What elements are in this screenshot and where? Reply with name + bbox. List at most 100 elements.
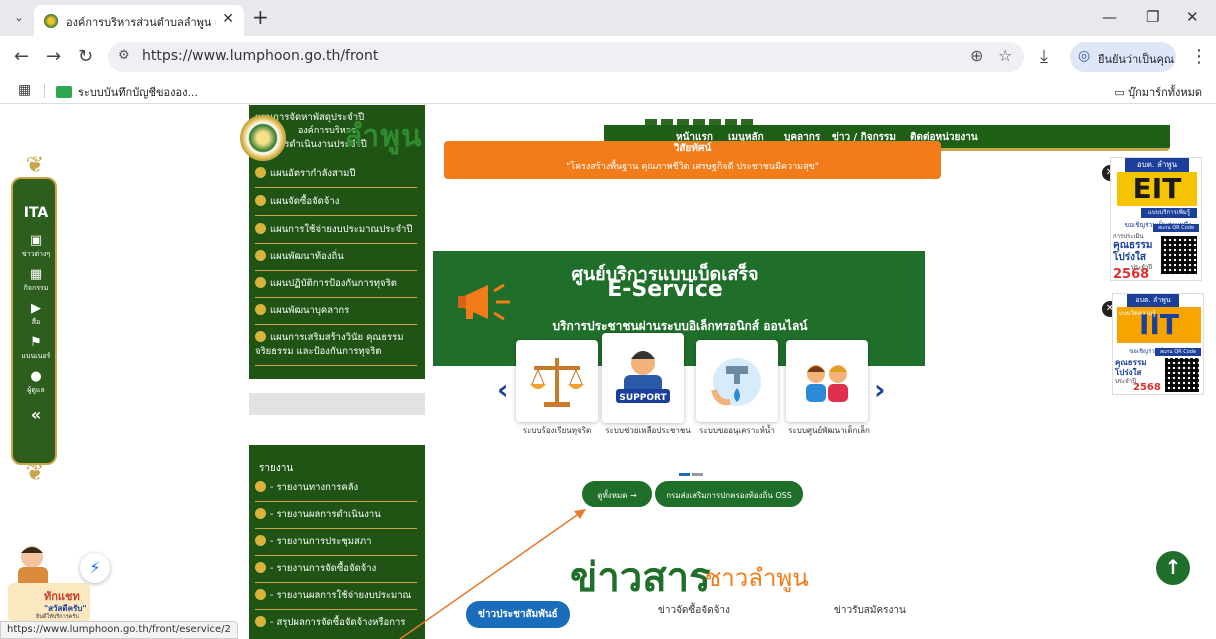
minimize-icon[interactable]: —: [1102, 8, 1117, 26]
eit-year: 2568: [1113, 267, 1150, 282]
all-bookmarks-button[interactable]: ▭ บุ๊กมาร์กทั้งหมด: [1114, 83, 1202, 101]
ita-collapse-icon[interactable]: «: [13, 405, 59, 424]
carousel-next-icon[interactable]: ›: [874, 373, 886, 406]
bullet-icon: [255, 223, 266, 234]
eit-badge[interactable]: อบต. ลำพูน EIT แบบบริการเพิ่มรู้ ขอเชิญร…: [1110, 157, 1202, 282]
menu-item[interactable]: แผนพัฒนาบุคลากร: [255, 304, 417, 325]
menu-kebab-icon[interactable]: ⋮: [1190, 46, 1208, 67]
menu-item[interactable]: แผนการใช้จ่ายงบประมาณประจำปี: [255, 223, 417, 244]
menu-gap-bar: [249, 393, 425, 415]
eservice-card-childcare[interactable]: [786, 340, 868, 422]
menu-item[interactable]: แผนอัตรากำลังสามปี: [255, 167, 417, 188]
header-org-name: ส่วนตำบลลำพูน: [338, 152, 393, 161]
download-icon[interactable]: ⤓: [1040, 46, 1048, 67]
tab-procurement-news[interactable]: ข่าวจัดซื้อจัดจ้าง: [658, 603, 730, 618]
ita-item-activities[interactable]: ▦ กิจกรรม: [13, 267, 59, 294]
menu-item[interactable]: - รายงานการประชุมสภา: [255, 535, 417, 556]
ita-bottom-ornament-icon: ❦: [25, 461, 45, 486]
eservice-card-corruption[interactable]: [516, 340, 598, 422]
restore-icon[interactable]: ❐: [1146, 8, 1159, 26]
menu-item[interactable]: - สรุปผลการจัดซื้อจัดจ้างหรือการ: [255, 616, 417, 636]
news-heading: ข่าวสาร: [570, 555, 711, 601]
menu-item[interactable]: แผนพัฒนาท้องถิ่น: [255, 250, 417, 271]
site-settings-icon[interactable]: ⚙: [118, 48, 130, 63]
new-tab-icon[interactable]: +: [252, 5, 269, 29]
tab-job-news[interactable]: ข่าวรับสมัครงาน: [834, 603, 906, 618]
bullet-icon: [255, 589, 266, 600]
bullet-icon: [255, 481, 266, 492]
close-window-icon[interactable]: ✕: [1186, 8, 1199, 26]
tab-close-icon[interactable]: ✕: [222, 11, 234, 27]
card-label[interactable]: ระบบขออนุเคราะห์น้ำ: [689, 425, 785, 437]
menu-item[interactable]: - รายงานผลการดำเนินงาน: [255, 508, 417, 529]
bullet-icon: [255, 562, 266, 573]
apps-grid-icon[interactable]: ▦: [18, 82, 31, 98]
carousel-prev-icon[interactable]: ‹: [497, 373, 509, 406]
menu-item[interactable]: - รายงานผลการใช้จ่ายงบประมาณ: [255, 589, 417, 610]
tab-title: องค์การบริหารส่วนตำบลลำพูน เลขที่: [66, 16, 216, 29]
address-bar-row: ← → ↻ ⚙ https://www.lumphoon.go.th/front…: [0, 36, 1216, 78]
all-bookmarks-label: บุ๊กมาร์กทั้งหมด: [1128, 86, 1202, 99]
svg-text:SUPPORT: SUPPORT: [619, 393, 667, 403]
menu-item[interactable]: แผนปฏิบัติการป้องกันการทุจริต: [255, 277, 417, 298]
url-text[interactable]: https://www.lumphoon.go.th/front: [142, 48, 378, 64]
bookmark-star-icon[interactable]: ☆: [998, 46, 1012, 65]
vision-heading: วิสัยทัศน์: [673, 143, 712, 154]
ita-item-admin[interactable]: ● ผู้ดูแล: [13, 369, 59, 396]
ita-item-news[interactable]: ▣ ข่าวต่างๆ: [13, 233, 59, 260]
bullet-icon: [255, 195, 266, 206]
messenger-icon[interactable]: ⚡: [80, 553, 110, 583]
oss-button[interactable]: กรมส่งเสริมการปกครองท้องถิ่น OSS: [655, 481, 803, 507]
scroll-to-top-icon[interactable]: ↑: [1156, 551, 1190, 585]
iit-badge[interactable]: อบต. ลำพูน IIT แบบวัดความรู้ ขอเชิญร่วมเ…: [1112, 293, 1204, 395]
view-all-button[interactable]: ดูทั้งหมด →: [582, 481, 652, 507]
qr-code-icon[interactable]: [1161, 236, 1197, 274]
calendar-icon: ▦: [29, 267, 43, 282]
bullet-icon: [255, 535, 266, 546]
bookmark-label: ระบบบันทึกบัญชีขององ...: [78, 86, 198, 99]
menu-item[interactable]: แผนการเสริมสร้างวินัย คุณธรรม จริยธรรม แ…: [255, 331, 417, 366]
url-omnibox[interactable]: ⚙ https://www.lumphoon.go.th/front ⊕ ☆: [108, 42, 1024, 72]
chat-mascot[interactable]: ทักแชท "สวัสดีครับ" ยินดีให้บริการครับ: [8, 543, 90, 623]
menu-item[interactable]: แผนจัดซื้อจัดจ้าง: [255, 195, 417, 216]
bullet-icon: [255, 250, 266, 261]
eit-scan: สแกน QR Code: [1153, 224, 1199, 232]
iit-scan: สแกน QR Code: [1155, 348, 1201, 356]
ita-title: ITA: [23, 205, 49, 221]
menu-item[interactable]: - รายงานการจัดซื้อจัดจ้าง: [255, 562, 417, 583]
eit-tag: แบบบริการเพิ่มรู้: [1141, 208, 1197, 218]
eservice-card-support[interactable]: SUPPORT: [602, 333, 684, 423]
reports-dropdown-menu: รายงาน - รายงานทางการคลัง - รายงานผลการด…: [249, 445, 425, 639]
eservice-card-water[interactable]: [696, 340, 778, 422]
menu-item[interactable]: - รายงานทางการคลัง: [255, 481, 417, 502]
carousel-dot[interactable]: [679, 473, 690, 476]
card-label[interactable]: ระบบร้องเรียนทุจริต: [509, 425, 605, 437]
bookmark-item[interactable]: ระบบบันทึกบัญชีขององ...: [56, 83, 198, 101]
profile-verify-button[interactable]: ◎ ยืนยันว่าเป็นคุณ: [1070, 42, 1176, 72]
qr-code-icon[interactable]: [1165, 358, 1199, 392]
reports-heading: รายงาน: [259, 463, 294, 474]
support-icon: SUPPORT: [616, 351, 670, 403]
card-label[interactable]: ระบบช่วยเหลือประชาชน: [600, 425, 696, 437]
forward-icon[interactable]: →: [46, 46, 61, 67]
reload-icon[interactable]: ↻: [78, 46, 93, 67]
back-icon[interactable]: ←: [14, 46, 29, 67]
iit-year: 2568: [1133, 382, 1161, 393]
news-icon: ▣: [29, 233, 43, 248]
tab-search-dropdown-icon[interactable]: ⌄: [8, 8, 30, 28]
card-label[interactable]: ระบบศูนย์พัฒนาเด็กเล็ก: [781, 425, 877, 437]
org-logo[interactable]: [240, 115, 286, 161]
ita-item-media[interactable]: ▶ สื่อ: [13, 301, 59, 328]
vision-banner: วิสัยทัศน์ "โครงสร้างพื้นฐาน คุณภาพชีวิต…: [444, 141, 941, 179]
tab-pr-news[interactable]: ข่าวประชาสัมพันธ์: [466, 601, 570, 628]
browser-tab-active[interactable]: องค์การบริหารส่วนตำบลลำพูน เลขที่ ✕: [34, 5, 244, 36]
eit-title: EIT: [1117, 172, 1197, 206]
flag-icon: ⚑: [30, 335, 42, 350]
play-icon: ▶: [31, 301, 41, 316]
ita-item-banner[interactable]: ⚑ แบนเนอร์: [13, 335, 59, 362]
carousel-dot[interactable]: [692, 473, 703, 476]
iit-top-label: อบต. ลำพูน: [1127, 294, 1179, 307]
bullet-icon: [255, 616, 266, 627]
zoom-icon[interactable]: ⊕: [970, 46, 983, 65]
iit-tag: แบบวัดความรู้: [1119, 310, 1156, 317]
